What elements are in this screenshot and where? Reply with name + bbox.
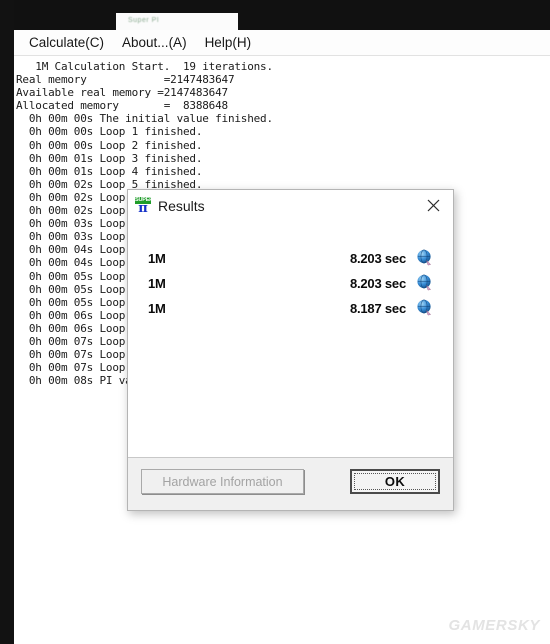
superpi-main-window: Calculate(C) About...(A) Help(H) 1M Calcul…: [14, 30, 550, 644]
log-line: Real memory =2147483647: [16, 73, 235, 87]
globe-icon[interactable]: [416, 299, 433, 316]
ok-button-label: OK: [354, 473, 436, 490]
log-line: Available real memory =2147483647: [16, 86, 228, 100]
menu-help[interactable]: Help(H): [196, 33, 261, 52]
desktop-left-band: [0, 0, 14, 644]
dialog-footer: Hardware Information OK: [128, 457, 453, 510]
result-row: 1M 8.203 sec: [128, 247, 453, 269]
result-time-label: 8.203 sec: [349, 275, 406, 291]
menu-about[interactable]: About...(A): [113, 33, 196, 52]
log-line: 0h 00m 01s Loop 4 finished.: [16, 164, 203, 178]
globe-icon[interactable]: [416, 249, 433, 266]
window-title-text: Super PI: [128, 17, 160, 24]
log-line: 1M Calculation Start. 19 iterations.: [16, 60, 273, 73]
pi-symbol-icon: π: [138, 200, 148, 216]
log-line: 0h 00m 00s Loop 1 finished.: [16, 125, 203, 139]
log-line: 0h 00m 01s Loop 3 finished.: [16, 151, 203, 165]
window-titlebar-remnant: Super PI: [116, 13, 238, 30]
result-size-label: 1M: [148, 300, 166, 316]
ok-button[interactable]: OK: [350, 469, 440, 494]
menu-calculate[interactable]: Calculate(C): [20, 33, 113, 52]
result-size-label: 1M: [148, 275, 166, 291]
desktop-background: Super PI Calculate(C) About...(A) Help(H) …: [0, 0, 550, 644]
result-time-label: 8.187 sec: [349, 300, 406, 316]
hardware-information-button[interactable]: Hardware Information: [141, 469, 304, 494]
close-icon[interactable]: [413, 190, 453, 221]
gamersky-watermark: GAMERSKY: [448, 617, 540, 634]
log-line: 0h 00m 00s Loop 2 finished.: [16, 138, 203, 152]
result-row: 1M 8.187 sec: [128, 297, 453, 319]
dialog-titlebar[interactable]: SUPER π Results: [128, 190, 453, 221]
result-size-label: 1M: [148, 250, 166, 266]
results-dialog: SUPER π Results 1M 8.203 sec: [127, 189, 454, 511]
log-line: Allocated memory = 8388648: [16, 99, 228, 113]
menubar: Calculate(C) About...(A) Help(H): [14, 30, 550, 56]
superpi-icon: SUPER π: [134, 196, 152, 216]
result-time-label: 8.203 sec: [349, 250, 406, 266]
dialog-title: Results: [158, 197, 205, 214]
results-list: 1M 8.203 sec 1M 8.203 sec 1M 8.187 sec: [128, 221, 453, 457]
log-line: 0h 00m 00s The initial value finished.: [16, 112, 273, 126]
globe-icon[interactable]: [416, 274, 433, 291]
result-row: 1M 8.203 sec: [128, 272, 453, 294]
